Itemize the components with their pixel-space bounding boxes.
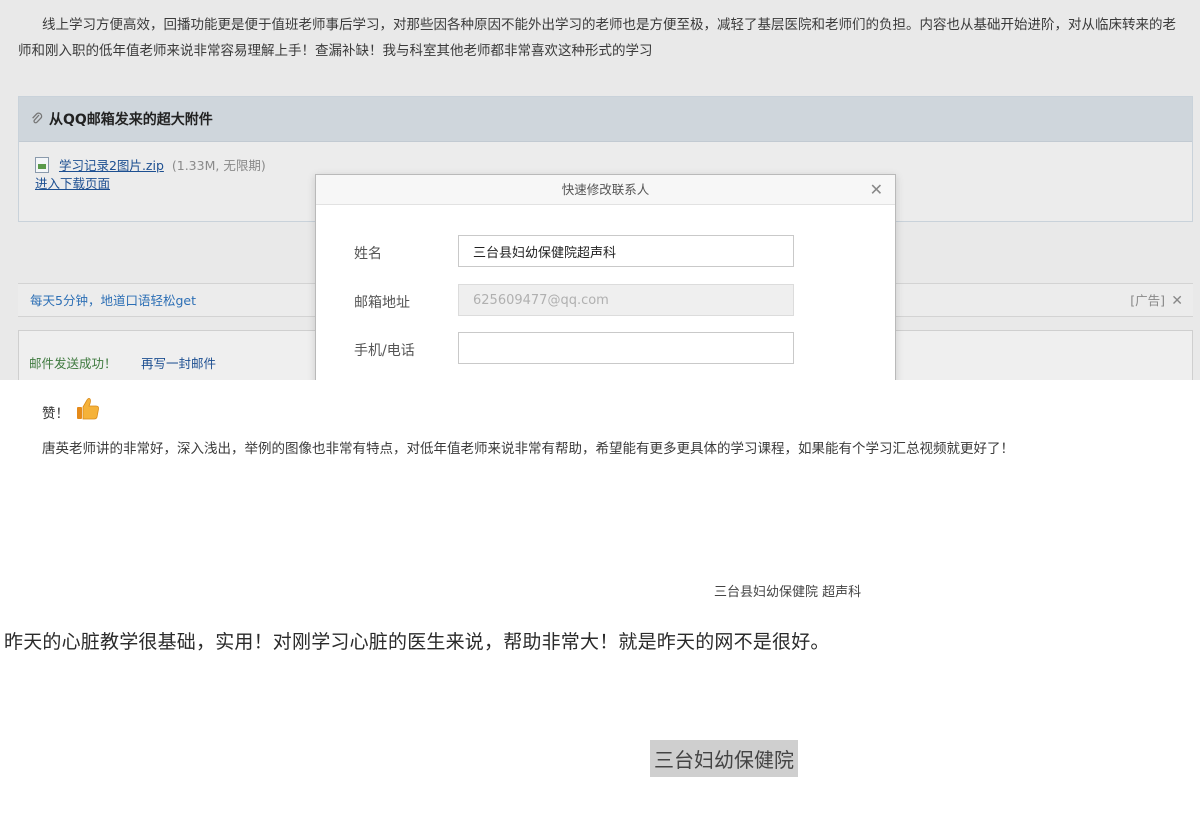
name-input[interactable] xyxy=(458,235,794,267)
close-icon[interactable]: ✕ xyxy=(870,175,883,205)
name-label: 姓名 xyxy=(354,246,382,262)
comment-text: 昨天的心脏教学很基础，实用！对刚学习心脏的医生来说，帮助非常大！就是昨天的网不是… xyxy=(4,631,830,653)
dialog-header: 快速修改联系人 ✕ xyxy=(316,175,895,205)
praise-text: 赞！ xyxy=(42,406,69,422)
attachment-file-meta: (1.33M, 无限期) xyxy=(171,158,266,173)
email-input xyxy=(458,284,794,316)
dialog-title: 快速修改联系人 xyxy=(561,182,650,197)
name-field: 姓名 xyxy=(354,235,794,267)
email-body-text: 线上学习方便高效，回播功能更是便于值班老师事后学习，对那些因各种原因不能外出学习… xyxy=(18,17,1176,59)
thumbs-up-icon xyxy=(75,396,101,426)
file-image-icon xyxy=(35,157,49,173)
comment-text: 唐英老师讲的非常好，深入浅出，举例的图像也非常有特点，对低年值老师来说非常有帮助… xyxy=(42,441,1014,457)
close-icon[interactable]: ✕ xyxy=(1171,284,1183,318)
download-page-link[interactable]: 进入下载页面 xyxy=(35,175,266,193)
attachment-header: 从QQ邮箱发来的超大附件 xyxy=(19,97,1192,142)
attachment-file-link[interactable]: 学习记录2图片.zip xyxy=(59,158,164,173)
attachment-item: 学习记录2图片.zip (1.33M, 无限期) 进入下载页面 xyxy=(35,157,266,193)
send-success-message: 邮件发送成功！ xyxy=(29,356,117,371)
paperclip-icon xyxy=(31,112,43,126)
ad-tag: [广告] xyxy=(1130,293,1165,308)
phone-field: 手机/电话 xyxy=(354,332,794,364)
comment-signature: 三台县妇幼保健院 超声科 xyxy=(714,585,862,600)
comment-signature: 三台妇幼保健院 xyxy=(650,740,798,777)
write-another-link[interactable]: 再写一封邮件 xyxy=(141,353,216,372)
email-label: 邮箱地址 xyxy=(354,295,410,311)
ad-link[interactable]: 每天5分钟，地道口语轻松get xyxy=(30,284,196,318)
praise-line: 赞！ xyxy=(42,396,101,426)
phone-input[interactable] xyxy=(458,332,794,364)
phone-label: 手机/电话 xyxy=(354,343,415,359)
email-field: 邮箱地址 xyxy=(354,284,794,316)
attachment-title: 从QQ邮箱发来的超大附件 xyxy=(49,112,213,128)
email-screenshot: 线上学习方便高效，回播功能更是便于值班老师事后学习，对那些因各种原因不能外出学习… xyxy=(0,0,1200,380)
edit-contact-dialog: 快速修改联系人 ✕ 姓名 邮箱地址 手机/电话 xyxy=(315,174,896,380)
